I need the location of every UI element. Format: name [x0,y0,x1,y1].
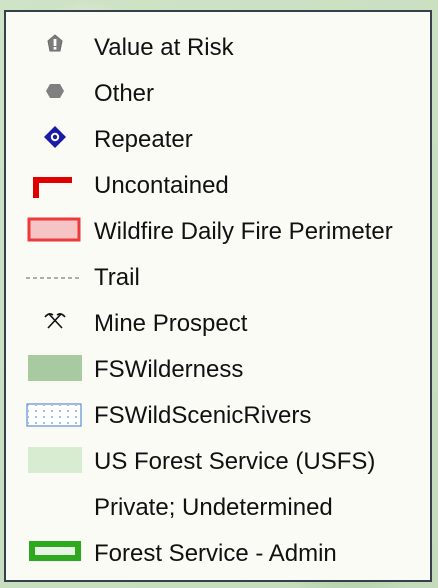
legend-item-fswildscenicrivers: FSWildScenicRivers [6,396,430,436]
legend-item-uncontained: Uncontained [6,166,430,206]
usfs-fill-icon [24,442,86,482]
legend-label: FSWildScenicRivers [94,402,312,429]
legend-label: US Forest Service (USFS) [94,448,376,475]
forest-service-admin-icon [24,534,86,574]
legend-item-mine-prospect: Mine Prospect [6,304,430,344]
legend-label: Trail [94,264,140,291]
map-legend: Value at Risk Other Repeater Uncontained [4,10,432,582]
legend-label: FSWilderness [94,356,244,383]
legend-item-usfs: US Forest Service (USFS) [6,442,430,482]
mine-prospect-icon [24,304,86,344]
uncontained-line-icon [24,166,86,206]
legend-item-fire-perimeter: Wildfire Daily Fire Perimeter [6,212,430,252]
legend-label: Private; Undetermined [94,494,333,521]
legend-label: Forest Service - Admin [94,540,337,567]
legend-label: Uncontained [94,172,229,199]
value-at-risk-icon [24,28,86,68]
private-undetermined-icon [24,488,86,528]
legend-item-forest-service-admin: Forest Service - Admin [6,534,430,574]
wild-scenic-rivers-icon [24,396,86,436]
legend-item-repeater: Repeater [6,120,430,160]
legend-label: Value at Risk [94,34,234,61]
legend-item-value-at-risk: Value at Risk [6,28,430,68]
legend-label: Repeater [94,126,193,153]
legend-item-other: Other [6,74,430,114]
legend-item-private-undetermined: Private; Undetermined [6,488,430,528]
legend-label: Wildfire Daily Fire Perimeter [94,218,393,245]
other-hexagon-icon [24,74,86,114]
wilderness-fill-icon [24,350,86,390]
fire-perimeter-icon [24,212,86,252]
legend-label: Mine Prospect [94,310,248,337]
legend-item-trail: Trail [6,258,430,298]
legend-label: Other [94,80,155,107]
repeater-icon [24,120,86,160]
legend-item-fswilderness: FSWilderness [6,350,430,390]
trail-dashed-line-icon [24,258,86,298]
